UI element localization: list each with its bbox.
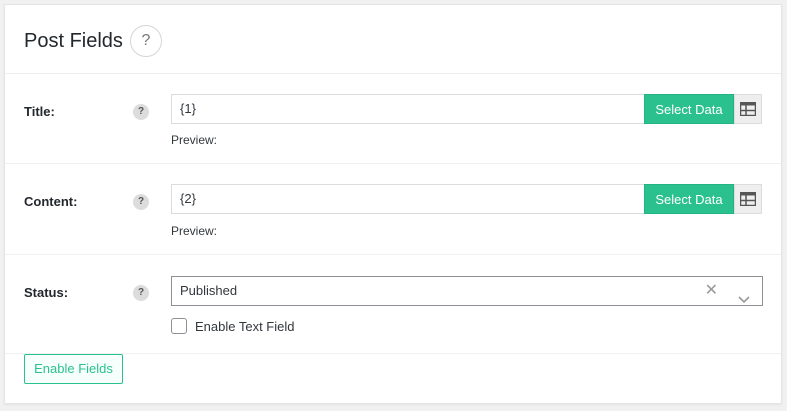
help-icon[interactable]: ?	[133, 285, 149, 301]
field-label: Status:	[24, 285, 69, 300]
content-input[interactable]: {2}	[171, 184, 645, 214]
post-fields-panel: Post Fields ? Title: ? {1} Select Data P…	[4, 4, 782, 404]
title-input[interactable]: {1}	[171, 94, 645, 124]
chevron-down-icon[interactable]	[738, 286, 750, 314]
preview-label: Preview:	[171, 224, 218, 238]
field-label: Title:	[24, 104, 55, 119]
checkbox-label: Enable Text Field	[195, 319, 295, 334]
panel-header: Post Fields ?	[5, 5, 781, 74]
enable-text-field-checkbox[interactable]	[171, 318, 187, 334]
status-selected-value: Published	[180, 283, 238, 298]
help-icon[interactable]: ?	[133, 104, 149, 120]
clear-icon[interactable]: ✕	[705, 277, 718, 305]
table-icon[interactable]	[734, 184, 762, 214]
select-data-button[interactable]: Select Data	[644, 94, 734, 124]
status-select[interactable]: Published ✕	[171, 276, 763, 306]
field-label: Content:	[24, 194, 78, 209]
field-row-title: Title: ? {1} Select Data Preview:	[5, 74, 781, 164]
enable-fields-button[interactable]: Enable Fields	[24, 354, 123, 384]
preview-label: Preview:	[171, 133, 218, 147]
panel-title: Post Fields	[24, 30, 123, 52]
field-row-status: Status: ? Published ✕ Enable Text Field	[5, 255, 781, 354]
table-icon[interactable]	[734, 94, 762, 124]
select-data-button[interactable]: Select Data	[644, 184, 734, 214]
field-row-content: Content: ? {2} Select Data Preview:	[5, 164, 781, 255]
help-icon[interactable]: ?	[130, 25, 162, 57]
help-icon[interactable]: ?	[133, 194, 149, 210]
